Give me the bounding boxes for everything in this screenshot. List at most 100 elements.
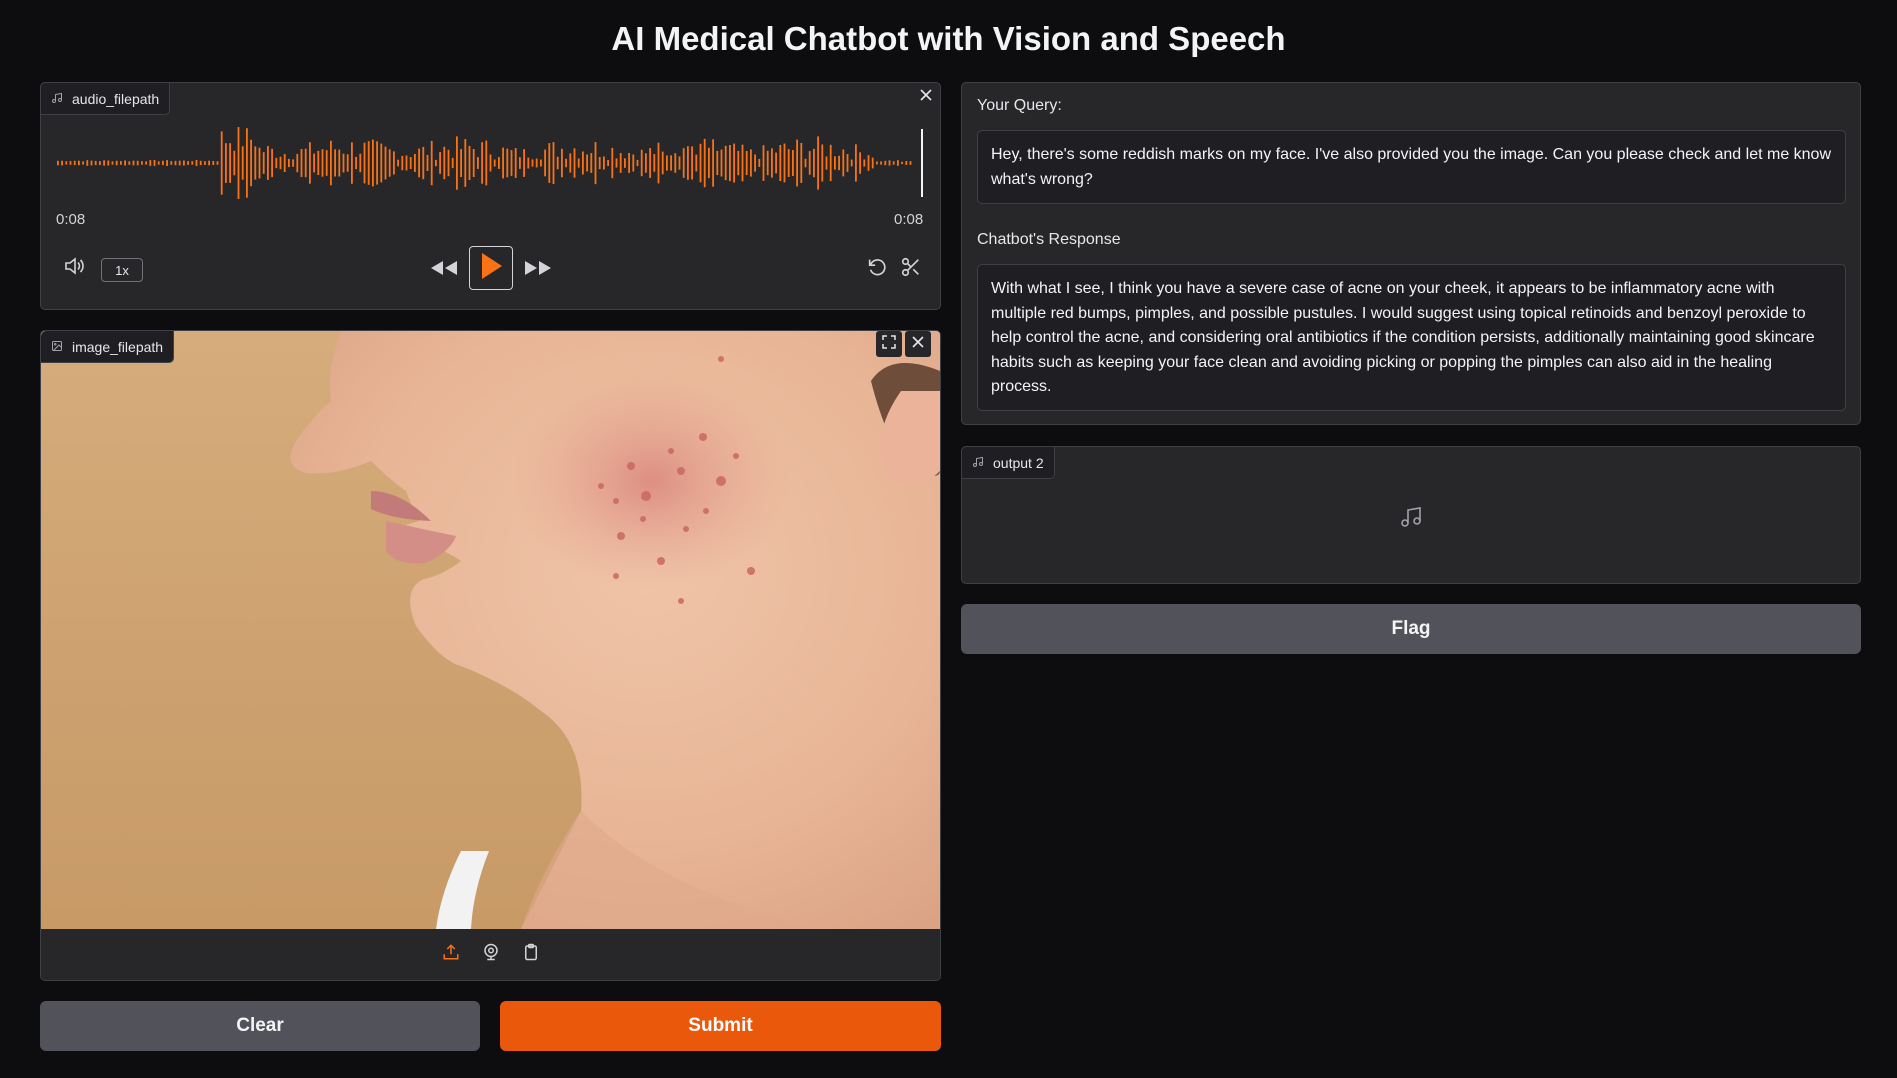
waveform-bar xyxy=(124,160,126,166)
waveform-bar xyxy=(86,160,89,166)
waveform-bar xyxy=(271,148,273,178)
waveform-bar xyxy=(376,141,378,185)
webcam-source-button[interactable] xyxy=(478,942,504,968)
play-icon xyxy=(479,252,503,285)
waveform-bar xyxy=(304,148,307,178)
clipboard-source-button[interactable] xyxy=(518,942,544,968)
waveform-bar xyxy=(695,154,698,172)
waveform-bar xyxy=(712,139,714,187)
waveform-bar xyxy=(321,149,324,177)
playhead-cursor[interactable] xyxy=(921,129,923,197)
clipboard-icon xyxy=(522,943,540,966)
waveform-bar xyxy=(422,146,425,180)
waveform-bar xyxy=(216,161,219,165)
waveform-bar xyxy=(141,161,143,165)
waveform-bar xyxy=(876,161,878,165)
trim-button[interactable] xyxy=(898,256,924,282)
duration-time: 0:08 xyxy=(894,211,924,228)
image-source-bar xyxy=(41,929,940,980)
scissors-icon xyxy=(900,256,922,283)
play-button[interactable] xyxy=(469,246,513,290)
waveform-bar xyxy=(325,150,328,176)
flag-button[interactable]: Flag xyxy=(961,604,1861,654)
music-note-icon xyxy=(51,91,63,107)
waveform-bar xyxy=(338,149,341,177)
waveform-bar xyxy=(443,146,446,180)
clear-audio-button[interactable] xyxy=(913,84,939,110)
music-note-icon xyxy=(972,455,984,471)
waveform-bar xyxy=(628,153,630,173)
waveform-bar xyxy=(519,157,521,169)
waveform-bar xyxy=(489,154,492,172)
audio-output-label-tag: output 2 xyxy=(962,447,1055,479)
waveform-bar xyxy=(514,148,517,178)
waveform-bar xyxy=(863,159,866,167)
waveform-bar xyxy=(632,154,635,172)
submit-button[interactable]: Submit xyxy=(500,1001,941,1051)
waveform-bar xyxy=(208,160,210,166)
waveform-bar xyxy=(758,158,761,167)
waveform-bar xyxy=(115,160,118,166)
audio-waveform[interactable] xyxy=(55,127,925,199)
waveform-bar xyxy=(309,142,311,184)
waveform-bar xyxy=(103,160,105,166)
waveform-bar xyxy=(111,161,114,165)
clear-image-button[interactable] xyxy=(905,331,931,357)
upload-source-button[interactable] xyxy=(438,942,464,968)
waveform-bar xyxy=(170,161,173,165)
waveform-bar xyxy=(624,158,626,168)
waveform-bar xyxy=(531,159,534,167)
waveform-bar xyxy=(69,161,72,165)
waveform-bar xyxy=(561,148,563,178)
waveform-bar xyxy=(703,138,706,188)
waveform-bar xyxy=(367,141,370,185)
waveform-bar xyxy=(737,150,740,176)
waveform-bar xyxy=(439,152,441,174)
webcam-icon xyxy=(482,943,500,966)
waveform-bar xyxy=(699,143,702,183)
upload-icon xyxy=(442,943,460,966)
waveform-bar xyxy=(556,156,559,170)
waveform-bar xyxy=(594,142,597,185)
waveform-bar xyxy=(766,150,769,176)
waveform-bar xyxy=(464,139,467,187)
waveform-bar xyxy=(850,159,853,167)
waveform-bar xyxy=(195,160,198,166)
waveform-bar xyxy=(128,161,131,165)
waveform-bar xyxy=(834,156,836,170)
waveform-bar xyxy=(855,144,857,182)
undo-button[interactable] xyxy=(864,256,890,282)
fast-forward-button[interactable] xyxy=(522,257,554,283)
waveform-bar xyxy=(687,146,689,180)
waveform-bar xyxy=(750,149,752,177)
waveform-bar xyxy=(384,146,387,180)
audio-input-panel: audio_filepath 0:08 0:08 1x xyxy=(40,82,941,310)
waveform-bar xyxy=(829,144,832,182)
waveform-bar xyxy=(796,139,798,187)
fullscreen-button[interactable] xyxy=(876,331,902,357)
response-textbox[interactable]: With what I see, I think you have a seve… xyxy=(977,264,1846,411)
audio-output-panel: output 2 xyxy=(961,446,1861,584)
waveform-bar xyxy=(682,148,685,178)
waveform-bar xyxy=(523,149,525,177)
volume-button[interactable] xyxy=(61,255,87,281)
waveform-bar xyxy=(296,153,299,173)
waveform-bar xyxy=(842,149,845,177)
waveform-bar xyxy=(241,146,244,180)
waveform-bar xyxy=(552,142,555,184)
clear-button[interactable]: Clear xyxy=(40,1001,480,1051)
waveform-bar xyxy=(418,148,420,178)
waveform-bar xyxy=(645,153,647,173)
rewind-button[interactable] xyxy=(428,257,460,283)
uploaded-image xyxy=(41,331,940,929)
waveform-bar xyxy=(825,156,828,170)
query-textbox[interactable]: Hey, there's some reddish marks on my fa… xyxy=(977,130,1846,204)
waveform-bar xyxy=(359,153,362,173)
waveform-bar xyxy=(897,160,899,166)
waveform-bar xyxy=(460,149,462,177)
playback-speed-button[interactable]: 1x xyxy=(101,258,143,282)
audio-output-label: output 2 xyxy=(993,454,1044,471)
text-output-panel: Your Query: Hey, there's some reddish ma… xyxy=(961,82,1861,425)
waveform-bar xyxy=(615,158,618,168)
waveform-bar xyxy=(582,151,584,175)
